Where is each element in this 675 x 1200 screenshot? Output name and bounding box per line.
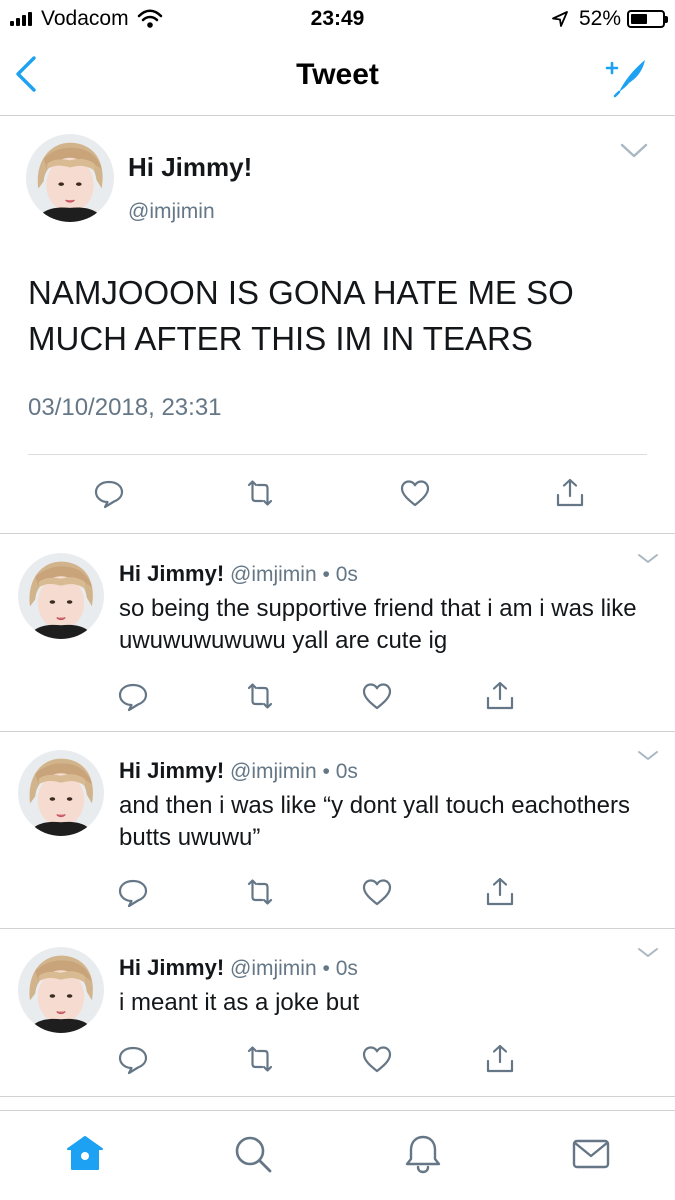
display-name[interactable]: Hi Jimmy! (119, 955, 224, 980)
user-handle[interactable]: @imjimin (230, 760, 317, 783)
tweet-text: NAMJOOON IS GONA HATE ME SO MUCH AFTER T… (28, 274, 574, 357)
share-icon[interactable] (483, 875, 517, 909)
user-handle[interactable]: @imjimin (230, 563, 317, 586)
divider (28, 454, 647, 455)
display-name[interactable]: Hi Jimmy! (128, 152, 252, 183)
avatar[interactable] (18, 947, 104, 1033)
tweet-text: i meant it as a joke but (119, 989, 360, 1016)
tweet-actions (0, 679, 675, 713)
status-bar: Vodacom 23:49 52% (0, 0, 675, 38)
chevron-down-icon[interactable] (637, 553, 659, 565)
retweet-icon[interactable] (243, 875, 277, 909)
page-title: Tweet (296, 58, 379, 91)
retweet-icon[interactable] (243, 476, 277, 510)
messages-icon[interactable] (570, 1133, 612, 1175)
display-name[interactable]: Hi Jimmy! (119, 758, 224, 783)
separator-dot: • (322, 563, 330, 586)
status-right: 52% (551, 7, 668, 31)
chevron-down-icon[interactable] (637, 947, 659, 959)
reply-tweet[interactable]: Hi Jimmy! @imjimin • 0s and then i was l… (0, 732, 675, 929)
reply-time: 0s (335, 563, 358, 586)
reply-icon[interactable] (116, 1042, 150, 1076)
tab-bar (0, 1110, 675, 1200)
like-icon[interactable] (360, 875, 394, 909)
separator-dot: • (322, 957, 330, 980)
display-name[interactable]: Hi Jimmy! (119, 561, 224, 586)
share-icon[interactable] (483, 1042, 517, 1076)
share-icon[interactable] (483, 679, 517, 713)
tweet-actions (0, 875, 675, 909)
location-arrow-icon (552, 11, 568, 27)
avatar[interactable] (18, 750, 104, 836)
like-icon[interactable] (360, 679, 394, 713)
share-icon[interactable] (553, 476, 587, 510)
user-handle[interactable]: @imjimin (128, 200, 215, 224)
tweet-text: so being the supportive friend that i am… (119, 595, 637, 654)
tweet-actions (0, 476, 675, 516)
chevron-down-icon[interactable] (619, 142, 649, 160)
like-icon[interactable] (360, 1042, 394, 1076)
like-icon[interactable] (398, 476, 432, 510)
reply-header: Hi Jimmy! @imjimin • 0s (119, 758, 358, 784)
battery-icon (627, 10, 668, 28)
reply-icon[interactable] (116, 679, 150, 713)
reply-tweet[interactable]: Hi Jimmy! @imjimin • 0s so being the sup… (0, 535, 675, 732)
reply-header: Hi Jimmy! @imjimin • 0s (119, 561, 358, 587)
reply-tweet[interactable]: Hi Jimmy! @imjimin • 0s i meant it as a … (0, 929, 675, 1097)
retweet-icon[interactable] (243, 679, 277, 713)
retweet-icon[interactable] (243, 1042, 277, 1076)
navigation-bar: Tweet (0, 38, 675, 116)
tweet-text: and then i was like “y dont yall touch e… (119, 792, 630, 851)
notifications-icon[interactable] (402, 1133, 444, 1175)
home-icon[interactable] (64, 1133, 106, 1175)
search-icon[interactable] (232, 1133, 274, 1175)
chevron-down-icon[interactable] (637, 750, 659, 762)
battery-percent: 52% (578, 7, 621, 30)
avatar[interactable] (18, 553, 104, 639)
reply-header: Hi Jimmy! @imjimin • 0s (119, 955, 358, 981)
main-tweet: Hi Jimmy! @imjimin NAMJOOON IS GONA HATE… (0, 116, 675, 534)
reply-time: 0s (335, 957, 358, 980)
user-handle[interactable]: @imjimin (230, 957, 317, 980)
reply-icon[interactable] (116, 875, 150, 909)
compose-feather-icon[interactable] (603, 52, 649, 98)
reply-icon[interactable] (92, 476, 126, 510)
separator-dot: • (322, 760, 330, 783)
reply-time: 0s (335, 760, 358, 783)
avatar[interactable] (26, 134, 114, 222)
tweet-timestamp: 03/10/2018, 23:31 (28, 394, 222, 421)
tweet-actions (0, 1042, 675, 1076)
